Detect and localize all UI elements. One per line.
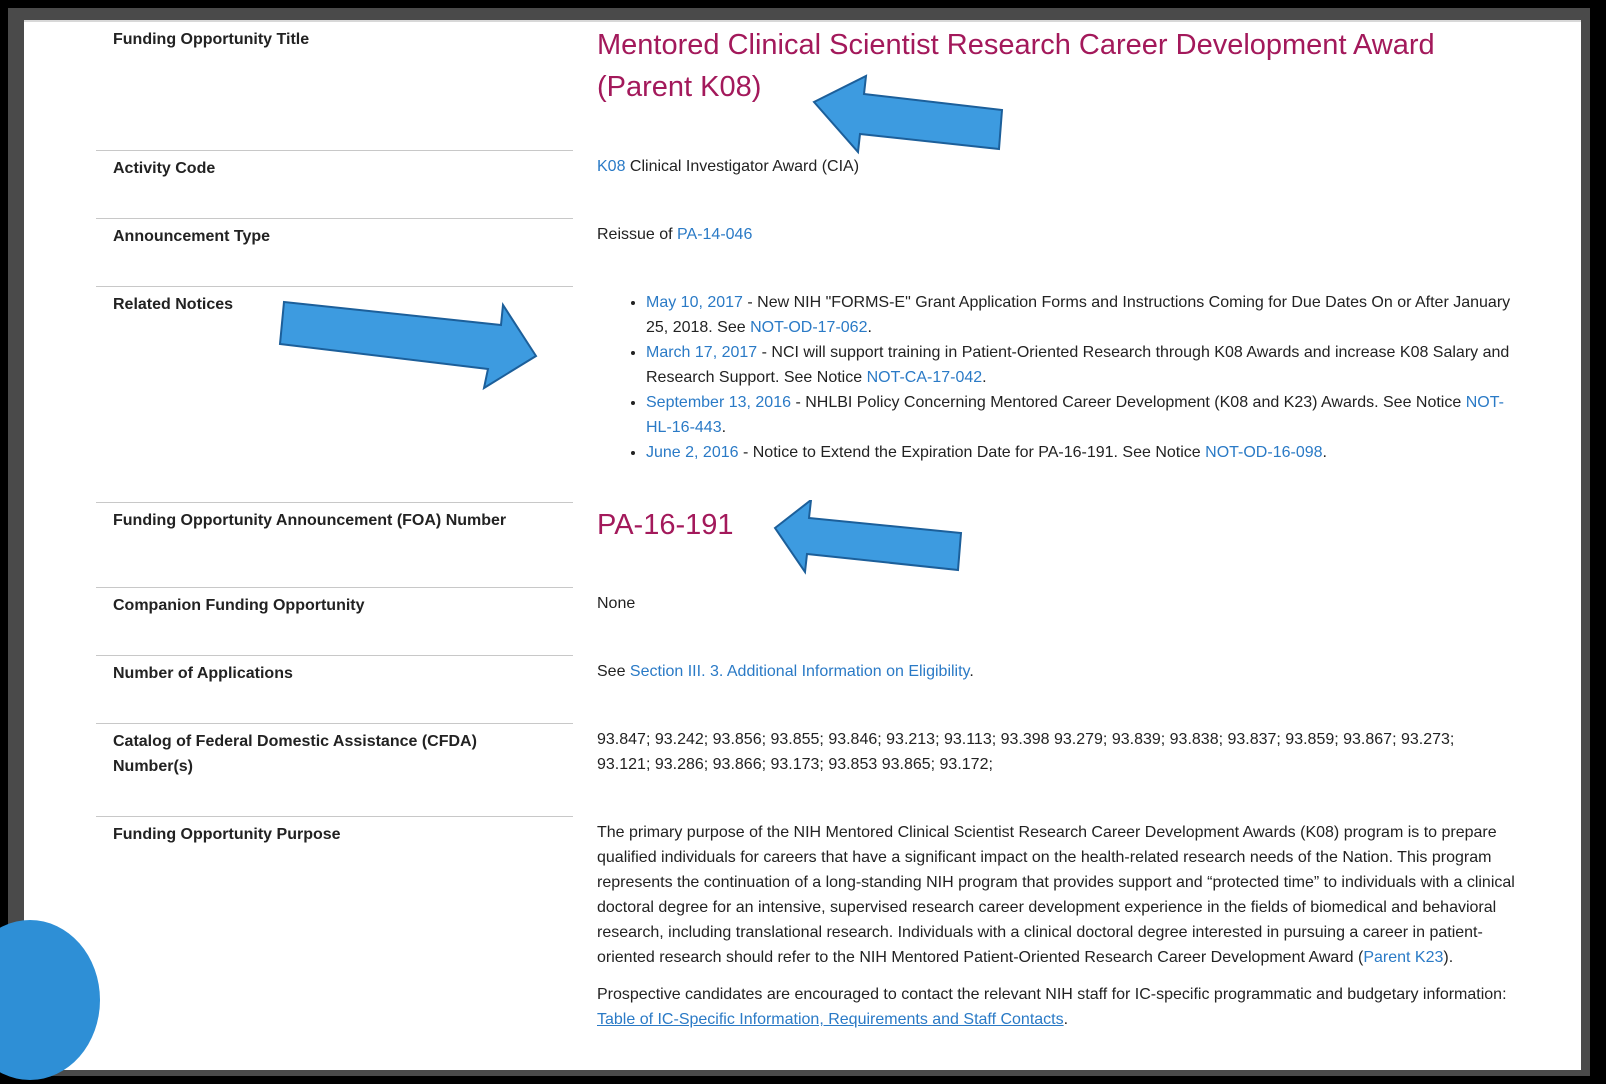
notice-date-link[interactable]: September 13, 2016 <box>646 394 791 411</box>
label-purpose: Funding Opportunity Purpose <box>113 826 341 843</box>
purpose-text-2: Prospective candidates are encouraged to… <box>597 986 1507 1003</box>
purpose-paragraph-1: The primary purpose of the NIH Mentored … <box>597 820 1517 970</box>
notice-item: September 13, 2016 - NHLBI Policy Concer… <box>646 390 1527 440</box>
notice-link[interactable]: NOT-CA-17-042 <box>867 369 983 386</box>
ic-table-link[interactable]: Table of IC-Specific Information, Requir… <box>597 1011 1064 1028</box>
notice-end: . <box>867 319 872 336</box>
label-number-applications: Number of Applications <box>113 665 293 682</box>
notice-text: - Notice to Extend the Expiration Date f… <box>738 444 1206 461</box>
window-frame: Funding Opportunity Title Mentored Clini… <box>8 8 1590 1076</box>
label-cfda: Catalog of Federal Domestic Assistance (… <box>113 733 477 775</box>
label-foa-number: Funding Opportunity Announcement (FOA) N… <box>113 512 507 529</box>
notice-item: May 10, 2017 - New NIH "FORMS-E" Grant A… <box>646 290 1527 340</box>
notice-link[interactable]: NOT-OD-17-062 <box>750 319 867 336</box>
label-companion: Companion Funding Opportunity <box>113 597 365 614</box>
applications-end: . <box>969 663 974 680</box>
notice-date-link[interactable]: June 2, 2016 <box>646 444 739 461</box>
announcement-prefix: Reissue of <box>597 226 678 243</box>
notice-end: . <box>721 419 727 436</box>
arrow-right-icon <box>278 300 538 391</box>
purpose-text: The primary purpose of the NIH Mentored … <box>597 824 1515 966</box>
notice-text: - NHLBI Policy Concerning Mentored Caree… <box>791 394 1466 411</box>
companion-value: None <box>597 595 636 612</box>
label-funding-title: Funding Opportunity Title <box>113 31 310 48</box>
pa-14-046-link[interactable]: PA-14-046 <box>677 226 752 243</box>
notice-text: - NCI will support training in Patient-O… <box>646 344 1510 386</box>
separator <box>96 816 573 817</box>
separator <box>96 150 573 151</box>
notice-end: . <box>982 369 987 386</box>
top-border <box>24 20 1581 22</box>
number-applications-value: See Section III. 3. Additional Informati… <box>597 659 1527 684</box>
purpose-end-2: . <box>1063 1011 1069 1028</box>
notices-list: May 10, 2017 - New NIH "FORMS-E" Grant A… <box>597 290 1527 465</box>
separator <box>96 723 573 724</box>
applications-prefix: See <box>597 663 630 680</box>
notice-end: . <box>1322 444 1327 461</box>
notice-item: June 2, 2016 - Notice to Extend the Expi… <box>646 440 1527 465</box>
separator <box>96 587 573 588</box>
cfda-value: 93.847; 93.242; 93.856; 93.855; 93.846; … <box>597 731 1455 773</box>
related-notices-value: May 10, 2017 - New NIH "FORMS-E" Grant A… <box>597 290 1527 465</box>
activity-code-text: Clinical Investigator Award (CIA) <box>625 158 860 175</box>
k08-link[interactable]: K08 <box>597 158 625 175</box>
notice-link[interactable]: NOT-OD-16-098 <box>1205 444 1322 461</box>
notice-item: March 17, 2017 - NCI will support traini… <box>646 340 1527 390</box>
purpose-value: The primary purpose of the NIH Mentored … <box>597 820 1517 1032</box>
purpose-paragraph-2: Prospective candidates are encouraged to… <box>597 982 1517 1032</box>
funding-title-line1: Mentored Clinical Scientist Research Car… <box>597 29 1435 61</box>
separator <box>96 502 573 503</box>
announcement-type-value: Reissue of PA-14-046 <box>597 222 1527 247</box>
separator <box>96 286 573 287</box>
eligibility-link[interactable]: Section III. 3. Additional Information o… <box>630 663 969 680</box>
notice-date-link[interactable]: March 17, 2017 <box>646 344 757 361</box>
separator <box>96 655 573 656</box>
separator <box>96 218 573 219</box>
parent-k23-link[interactable]: Parent K23 <box>1363 949 1443 966</box>
funding-title-line2: (Parent K08) <box>597 71 762 103</box>
arrow-left-icon <box>812 74 1004 155</box>
foa-number-value: PA-16-191 <box>597 509 734 541</box>
funding-title-value: Mentored Clinical Scientist Research Car… <box>597 24 1527 108</box>
notice-date-link[interactable]: May 10, 2017 <box>646 294 743 311</box>
label-activity-code: Activity Code <box>113 160 216 177</box>
label-announcement-type: Announcement Type <box>113 228 271 245</box>
activity-code-value: K08 Clinical Investigator Award (CIA) <box>597 154 1527 179</box>
arrow-left-icon <box>773 500 963 575</box>
purpose-end: ). <box>1443 949 1454 966</box>
page-content: Funding Opportunity Title Mentored Clini… <box>24 20 1581 1070</box>
